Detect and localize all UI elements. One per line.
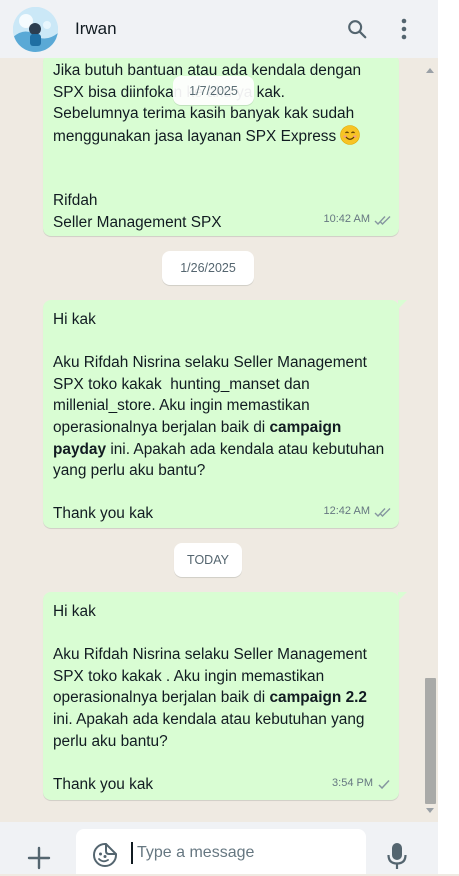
double-check-icon <box>374 215 391 225</box>
scroll-up-arrow-icon[interactable] <box>426 68 434 73</box>
window-edge <box>438 0 459 874</box>
message-meta: 12:42 AM <box>324 501 391 523</box>
chat-area[interactable]: Jika butuh bantuan atau ada kendala deng… <box>0 58 438 822</box>
avatar-image <box>13 6 58 52</box>
contact-name[interactable]: Irwan <box>75 19 344 39</box>
text-caret <box>131 842 133 864</box>
message-greeting: Hi kak <box>53 603 96 620</box>
message-line-text: menggunakan jasa layanan SPX Express <box>53 127 337 145</box>
bubble-tail <box>398 300 407 309</box>
message-meta: 10:42 AM <box>324 209 391 231</box>
message-time: 3:54 PM <box>332 777 373 790</box>
sticker-button[interactable] <box>92 842 118 868</box>
message-greeting: Hi kak <box>53 311 96 328</box>
message-input-placeholder[interactable]: Type a message <box>137 842 254 864</box>
message-bubble[interactable]: Hi kak Aku Rifdah Nisrina selaku Seller … <box>43 592 407 800</box>
floating-date-pill: 1/7/2025 <box>173 76 254 105</box>
message-body: Aku Rifdah Nisrina selaku Seller Managem… <box>53 644 389 752</box>
message-body: Aku Rifdah Nisrina selaku Seller Managem… <box>53 352 389 482</box>
date-separator-today: TODAY <box>174 543 242 577</box>
message-bubble[interactable]: Hi kak Aku Rifdah Nisrina selaku Seller … <box>43 300 407 528</box>
bubble-tail <box>398 592 407 601</box>
message-time: 12:42 AM <box>323 505 370 518</box>
message-time: 10:42 AM <box>323 213 370 226</box>
microphone-icon <box>387 843 407 869</box>
menu-icon <box>401 18 407 40</box>
voice-message-button[interactable] <box>386 842 408 870</box>
plus-icon <box>27 846 51 870</box>
search-button[interactable] <box>344 16 370 42</box>
avatar[interactable] <box>13 6 58 52</box>
date-separator: 1/26/2025 <box>162 251 254 285</box>
scrollbar-thumb[interactable] <box>425 678 436 804</box>
message-line: menggunakan jasa layanan SPX Express <box>53 124 389 148</box>
search-icon <box>348 20 367 39</box>
sticker-icon <box>93 843 117 867</box>
attach-button[interactable] <box>26 845 52 871</box>
single-check-icon <box>378 779 390 789</box>
chat-header: Irwan <box>0 0 438 58</box>
message-bold-text: campaign 2.2 <box>269 689 367 707</box>
message-line: Sebelumnya terima kasih banyak kak sudah <box>53 105 355 123</box>
smiley-emoji-icon <box>340 124 361 145</box>
scroll-down-arrow-icon[interactable] <box>426 808 434 813</box>
message-meta: 3:54 PM <box>332 773 391 795</box>
menu-button[interactable] <box>391 16 417 42</box>
double-check-icon <box>374 507 391 517</box>
